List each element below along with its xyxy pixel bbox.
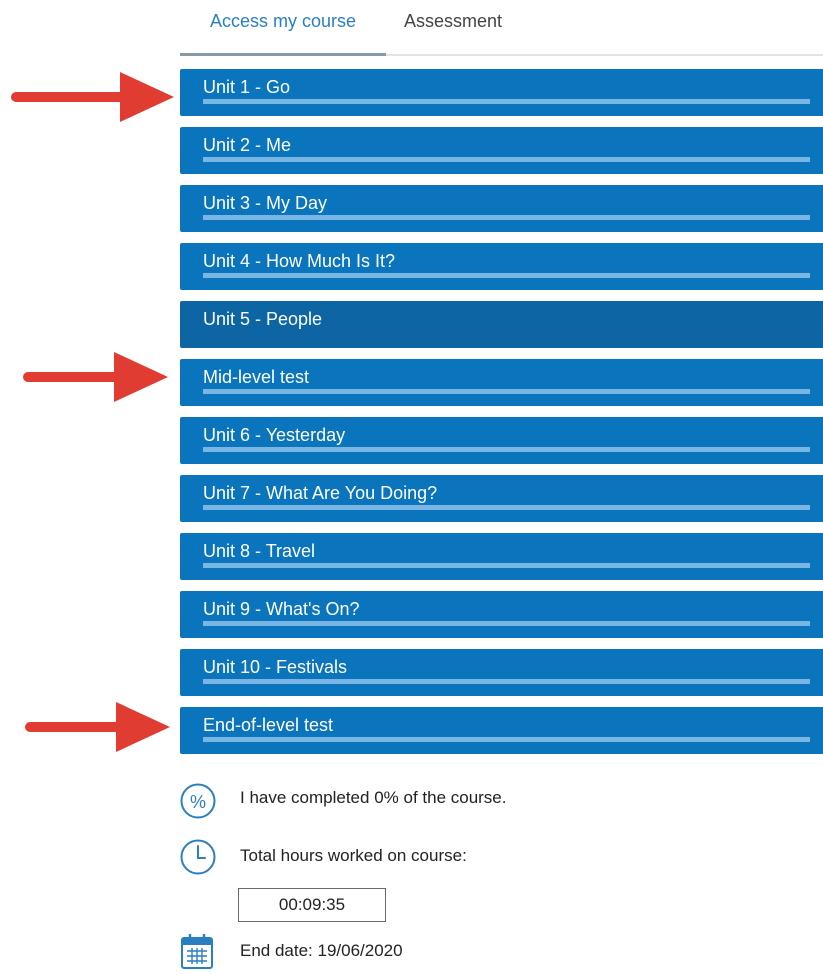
end-date-text: End date: 19/06/2020 [240,941,403,960]
unit-label: Unit 6 - Yesterday [203,425,346,445]
unit-progress-bar [203,389,810,394]
unit-progress-bar [203,447,810,452]
unit-item-10[interactable]: Unit 10 - Festivals [180,649,823,696]
unit-label: Unit 10 - Festivals [203,657,348,677]
unit-label: Unit 8 - Travel [203,541,316,561]
unit-label: Mid-level test [203,367,310,387]
hours-label: Total hours worked on course: [240,846,467,865]
unit-progress-bar [203,679,810,684]
unit-item-end-of-level-test[interactable]: End-of-level test [180,707,823,754]
calendar-icon [181,934,213,969]
unit-progress-bar [203,621,810,626]
unit-progress-bar [203,99,810,104]
tab-assessment[interactable]: Assessment [404,0,502,56]
arrow-right-icon [23,352,168,402]
unit-item-9[interactable]: Unit 9 - What's On? [180,591,823,638]
unit-item-8[interactable]: Unit 8 - Travel [180,533,823,580]
unit-item-2[interactable]: Unit 2 - Me [180,127,823,174]
hours-value: 00:09:35 [238,888,386,922]
tab-access-my-course[interactable]: Access my course [180,0,386,56]
arrow-right-icon [25,702,170,752]
course-page: Access my course Assessment Unit 1 - Go … [0,0,823,974]
arrow-right-icon [11,72,174,122]
unit-item-5[interactable]: Unit 5 - People [180,301,823,348]
unit-label: Unit 3 - My Day [203,193,328,213]
unit-label: End-of-level test [203,715,334,735]
unit-progress-bar [203,737,810,742]
unit-label: Unit 2 - Me [203,135,292,155]
unit-item-3[interactable]: Unit 3 - My Day [180,185,823,232]
unit-label: Unit 7 - What Are You Doing? [203,483,438,503]
unit-item-6[interactable]: Unit 6 - Yesterday [180,417,823,464]
unit-label: Unit 1 - Go [203,77,291,97]
svg-text:%: % [190,792,206,812]
completion-text: I have completed 0% of the course. [240,788,507,807]
unit-item-mid-level-test[interactable]: Mid-level test [180,359,823,406]
unit-progress-bar [203,215,810,220]
percent-icon: % [180,783,216,819]
unit-item-1[interactable]: Unit 1 - Go [180,69,823,116]
unit-progress-bar [203,273,810,278]
unit-progress-bar [203,563,810,568]
unit-progress-bar [203,157,810,162]
tab-bar: Access my course Assessment [180,0,823,56]
unit-item-7[interactable]: Unit 7 - What Are You Doing? [180,475,823,522]
unit-label: Unit 4 - How Much Is It? [203,251,396,271]
clock-icon [180,839,216,875]
unit-label: Unit 9 - What's On? [203,599,360,619]
unit-label: Unit 5 - People [203,309,323,329]
unit-item-4[interactable]: Unit 4 - How Much Is It? [180,243,823,290]
unit-progress-bar [203,505,810,510]
